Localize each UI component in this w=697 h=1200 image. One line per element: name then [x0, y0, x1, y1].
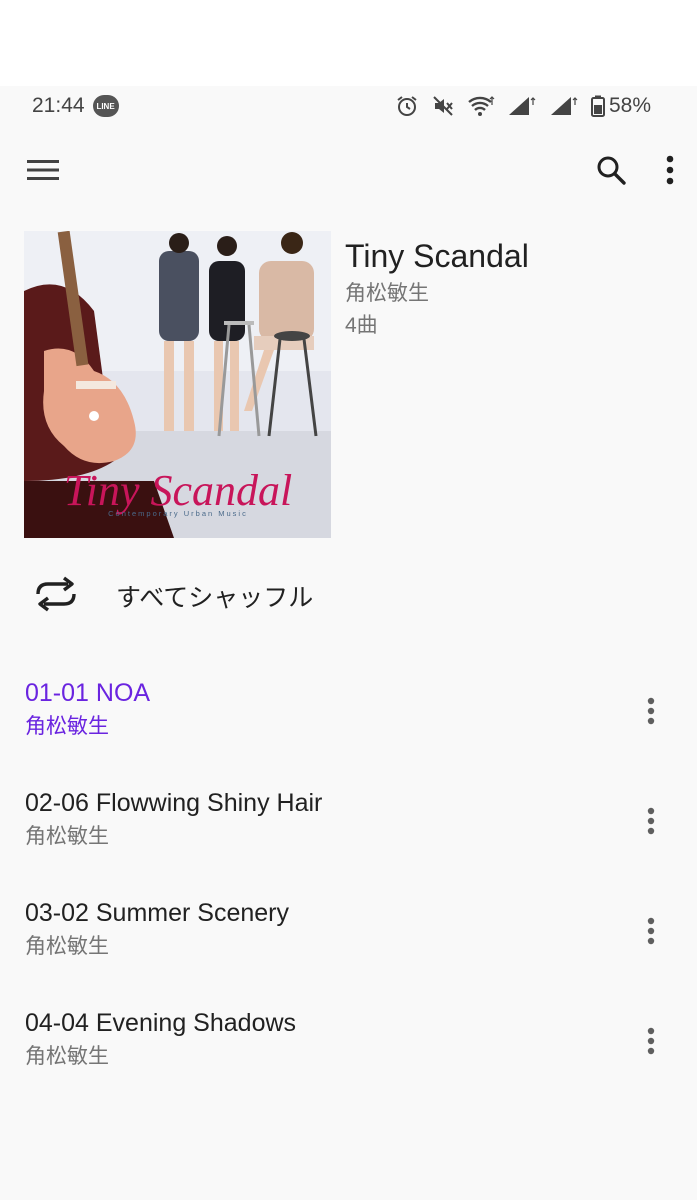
- menu-icon[interactable]: [26, 158, 60, 182]
- more-vert-icon[interactable]: [636, 686, 666, 736]
- battery-percent: 58%: [608, 94, 651, 117]
- line-notification-icon: LINE: [92, 95, 119, 117]
- track-artist: 角松敏生: [25, 715, 109, 738]
- track-title: 03-02 Summer Scenery: [25, 899, 290, 927]
- track-row-3[interactable]: 03-02 Summer Scenery 角松敏生: [0, 886, 697, 996]
- more-vert-icon[interactable]: [636, 906, 666, 956]
- album-cover-subtitle: Contemporary Urban Music: [108, 509, 248, 518]
- top-blank-area: [0, 0, 697, 86]
- track-row-1[interactable]: 01-01 NOA 角松敏生: [0, 666, 697, 776]
- shuffle-icon: [34, 576, 78, 617]
- mute-icon: [431, 94, 455, 118]
- track-artist: 角松敏生: [25, 1045, 109, 1068]
- more-vert-icon[interactable]: [665, 155, 675, 185]
- app-toolbar: [0, 140, 697, 200]
- status-bar: 21:44 LINE 58%: [0, 86, 697, 126]
- status-time: 21:44: [32, 94, 85, 117]
- wifi-icon: [467, 95, 495, 117]
- track-title: 01-01 NOA: [25, 679, 151, 707]
- album-cover-illustration: Tiny Scandal Contemporary Urban Music: [24, 231, 331, 538]
- shuffle-all-button[interactable]: すべてシャッフル: [0, 560, 697, 632]
- album-artist[interactable]: 角松敏生: [345, 280, 529, 308]
- album-info: Tiny Scandal 角松敏生 4曲: [345, 236, 529, 340]
- track-title: 04-04 Evening Shadows: [25, 1009, 297, 1037]
- track-artist: 角松敏生: [25, 825, 109, 848]
- track-title: 02-06 Flowwing Shiny Hair: [25, 789, 323, 817]
- album-track-count: 4曲: [345, 314, 378, 337]
- track-row-2[interactable]: 02-06 Flowwing Shiny Hair 角松敏生: [0, 776, 697, 886]
- more-vert-icon[interactable]: [636, 796, 666, 846]
- alarm-icon: [395, 94, 419, 118]
- battery-icon: [590, 95, 605, 117]
- album-title: Tiny Scandal: [345, 238, 529, 274]
- signal-icon: [507, 95, 537, 117]
- search-icon[interactable]: [595, 154, 627, 186]
- signal-icon: [549, 95, 579, 117]
- album-cover-title: Tiny Scandal: [64, 466, 293, 515]
- track-artist: 角松敏生: [25, 935, 109, 958]
- track-row-4[interactable]: 04-04 Evening Shadows 角松敏生: [0, 996, 697, 1106]
- shuffle-all-label: すべてシャッフル: [116, 584, 314, 612]
- album-cover[interactable]: Tiny Scandal Contemporary Urban Music: [24, 231, 331, 538]
- more-vert-icon[interactable]: [636, 1016, 666, 1066]
